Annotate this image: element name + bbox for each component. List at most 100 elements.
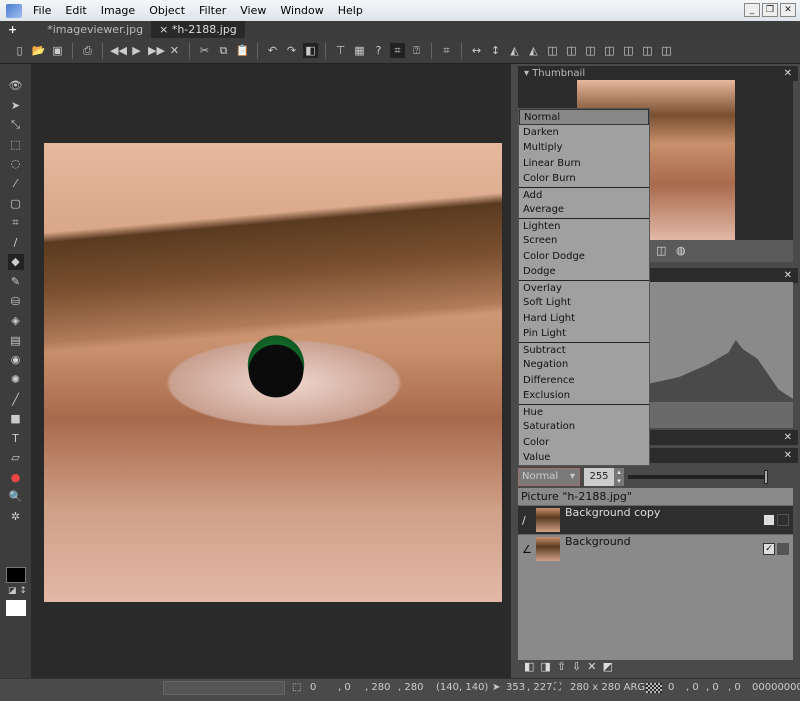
menu-image[interactable]: Image xyxy=(94,4,142,17)
rotate-left-icon[interactable]: ◭ xyxy=(526,43,541,58)
view-icon[interactable]: 👁 xyxy=(8,78,24,94)
open-icon[interactable]: 📂 xyxy=(31,43,46,58)
blend-option-linear-burn[interactable]: Linear Burn xyxy=(519,156,649,172)
opacity-slider[interactable] xyxy=(628,475,768,479)
close-window-button[interactable]: ✕ xyxy=(780,3,796,17)
move-down-icon[interactable]: ⇩ xyxy=(572,660,581,678)
align4-icon[interactable]: ◫ xyxy=(602,43,617,58)
line-icon[interactable]: ╱ xyxy=(8,392,24,408)
flip-h-icon[interactable]: ↔ xyxy=(469,43,484,58)
blend-option-value[interactable]: Value xyxy=(519,450,649,466)
blend-option-lighten[interactable]: Lighten xyxy=(519,217,649,234)
tab-imageviewer[interactable]: *imageviewer.jpg xyxy=(39,21,151,38)
last-icon[interactable]: ▶▶ xyxy=(148,43,165,58)
copy-icon[interactable]: ⧉ xyxy=(216,43,231,58)
marquee-icon[interactable]: ▢ xyxy=(8,196,24,212)
rect-select-icon[interactable]: ⬚ xyxy=(8,137,24,153)
eraser-icon[interactable]: ◆ xyxy=(7,254,24,271)
wand-icon[interactable]: ⁄ xyxy=(8,176,24,192)
blend-option-overlay[interactable]: Overlay xyxy=(519,279,649,296)
flip-v-icon[interactable]: ↕ xyxy=(488,43,503,58)
help-icon[interactable]: ? xyxy=(371,43,386,58)
blend-option-color-dodge[interactable]: Color Dodge xyxy=(519,249,649,265)
fit-icon[interactable]: ◫ xyxy=(656,244,666,257)
background-color-swatch[interactable] xyxy=(6,600,26,616)
lock-icon[interactable] xyxy=(777,543,789,555)
tab-close-icon[interactable]: × xyxy=(159,23,168,36)
tab-h-2188[interactable]: × *h-2188.jpg xyxy=(151,21,245,38)
align-icon[interactable]: ◫ xyxy=(545,43,560,58)
zoom-help-icon[interactable]: ⍰ xyxy=(409,43,424,58)
thumbnail-panel-header[interactable]: ▾ Thumbnail ✕ xyxy=(518,66,798,81)
opacity-input[interactable]: 255 xyxy=(584,468,614,486)
blend-option-dodge[interactable]: Dodge xyxy=(519,264,649,280)
gradient-icon[interactable]: ▤ xyxy=(8,333,24,349)
align5-icon[interactable]: ◫ xyxy=(621,43,636,58)
blend-option-normal[interactable]: Normal xyxy=(519,109,649,125)
blend-option-color[interactable]: Color xyxy=(519,435,649,451)
blend-option-difference[interactable]: Difference xyxy=(519,373,649,389)
layer-row[interactable]: / Background copy ✓ xyxy=(518,505,793,534)
align3-icon[interactable]: ◫ xyxy=(583,43,598,58)
new-icon[interactable]: ▯ xyxy=(12,43,27,58)
blend-option-hue[interactable]: Hue xyxy=(519,403,649,420)
blend-option-pin-light[interactable]: Pin Light xyxy=(519,326,649,342)
new-tab-button[interactable]: + xyxy=(0,21,25,38)
zoom-icon[interactable]: 🔍 xyxy=(8,489,24,505)
blend-option-exclusion[interactable]: Exclusion xyxy=(519,388,649,404)
swap-colors-icon[interactable]: ◪ ↕ xyxy=(8,586,27,596)
fill-icon[interactable]: ◈ xyxy=(8,313,24,329)
menu-help[interactable]: Help xyxy=(331,4,370,17)
cut-icon[interactable]: ✂ xyxy=(197,43,212,58)
blend-option-saturation[interactable]: Saturation xyxy=(519,419,649,435)
undo-icon[interactable]: ↶ xyxy=(265,43,280,58)
menu-filter[interactable]: Filter xyxy=(192,4,233,17)
blend-option-hard-light[interactable]: Hard Light xyxy=(519,311,649,327)
close-icon[interactable]: ✕ xyxy=(784,430,792,445)
visibility-checkbox[interactable]: ✓ xyxy=(763,514,775,526)
lasso-icon[interactable]: ◌ xyxy=(8,156,24,172)
foreground-color-swatch[interactable] xyxy=(6,567,26,583)
close-icon[interactable]: ✕ xyxy=(784,66,792,81)
delete-layer-icon[interactable]: ✕ xyxy=(587,660,596,678)
sun-icon[interactable]: ✺ xyxy=(8,372,24,388)
crop-active-icon[interactable]: ⌗ xyxy=(390,43,405,58)
play-icon[interactable]: ▶ xyxy=(129,43,144,58)
align2-icon[interactable]: ◫ xyxy=(564,43,579,58)
rotate-icon[interactable]: ◭ xyxy=(507,43,522,58)
blend-option-negation[interactable]: Negation xyxy=(519,357,649,373)
new-layer-icon[interactable]: ◧ xyxy=(524,660,534,678)
slider-handle[interactable] xyxy=(764,470,768,484)
opacity-stepper[interactable]: ▴ ▾ xyxy=(614,468,624,486)
blend-option-add[interactable]: Add xyxy=(519,186,649,203)
menu-window[interactable]: Window xyxy=(273,4,330,17)
visibility-checkbox[interactable]: ✓ xyxy=(763,543,775,555)
crop-icon[interactable]: ⊤ xyxy=(333,43,348,58)
blend-option-screen[interactable]: Screen xyxy=(519,233,649,249)
close-icon[interactable]: ✕ xyxy=(167,43,182,58)
transform-icon[interactable]: ⤡ xyxy=(8,117,24,133)
move-up-icon[interactable]: ⇧ xyxy=(557,660,566,678)
menu-file[interactable]: File xyxy=(26,4,58,17)
shape-icon[interactable]: ■ xyxy=(8,411,24,427)
align7-icon[interactable]: ◫ xyxy=(659,43,674,58)
restore-button[interactable]: ❐ xyxy=(762,3,778,17)
save-icon[interactable]: ▣ xyxy=(50,43,65,58)
text-icon[interactable]: T xyxy=(8,431,24,447)
blend-mode-select[interactable]: Normal ▾ xyxy=(518,468,580,486)
zoom-actual-icon[interactable]: ◍ xyxy=(676,244,686,257)
blend-option-multiply[interactable]: Multiply xyxy=(519,140,649,156)
resize-icon[interactable]: ⌗ xyxy=(439,43,454,58)
picture-icon[interactable]: ▱ xyxy=(8,450,24,466)
duplicate-layer-icon[interactable]: ◨ xyxy=(540,660,550,678)
blend-option-subtract[interactable]: Subtract xyxy=(519,341,649,358)
menu-view[interactable]: View xyxy=(233,4,273,17)
redeye-icon[interactable]: ◉ xyxy=(8,352,24,368)
redo-icon[interactable]: ↷ xyxy=(284,43,299,58)
effects-icon[interactable]: ✲ xyxy=(8,509,24,525)
blend-option-darken[interactable]: Darken xyxy=(519,125,649,141)
image-eye-photo[interactable] xyxy=(44,143,502,602)
menu-edit[interactable]: Edit xyxy=(58,4,93,17)
blend-option-soft-light[interactable]: Soft Light xyxy=(519,295,649,311)
print-icon[interactable]: ⎙ xyxy=(80,43,95,58)
